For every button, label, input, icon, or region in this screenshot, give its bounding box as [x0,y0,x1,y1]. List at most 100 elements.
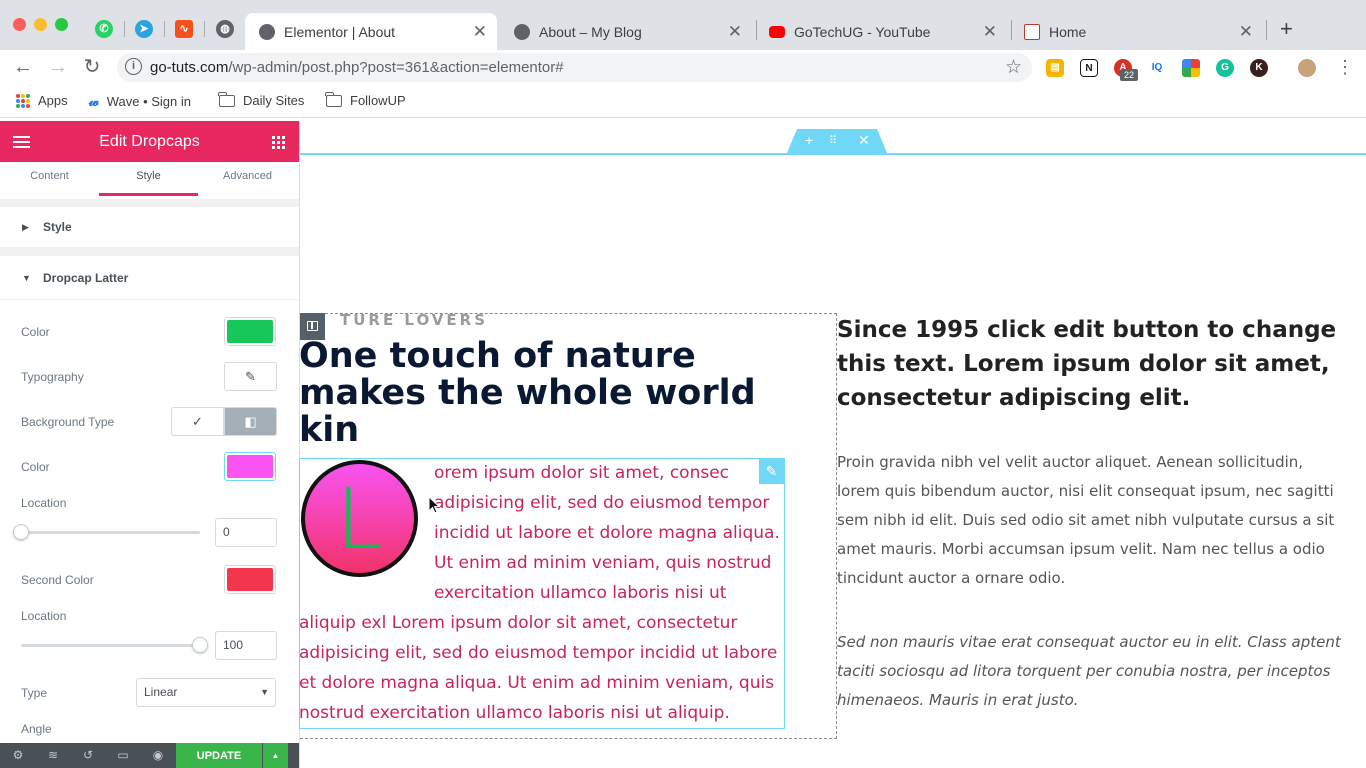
close-icon[interactable]: ✕ [1239,22,1253,42]
colorpicker-extension-icon[interactable] [1182,59,1200,77]
dropcap-text-line: Ut enim ad minim veniam, quis nostrud [434,553,772,573]
section-handle[interactable]: + ⠿ ✕ [787,129,887,153]
kami-extension-icon[interactable]: K [1250,59,1268,77]
drag-section-icon[interactable]: ⠿ [829,134,837,147]
tab-title: Home [1049,23,1087,40]
site-logo-icon [1024,23,1040,40]
gradient-type-select[interactable]: Linear ▼ [136,678,276,707]
widgets-grid-icon[interactable] [272,136,285,149]
bookmark-wave[interactable]: 𝓌 Wave • Sign in [89,93,191,110]
background-classic-button[interactable]: ✓ [171,407,224,436]
paragraph-line: sem nibh id elit. Duis sed odio sit amet… [837,511,1335,529]
second-color-label: Second Color [21,573,94,587]
widget-edit-pencil-icon[interactable]: ✎ [759,459,784,484]
back-arrow-icon[interactable]: ← [11,55,35,79]
maximize-window-button[interactable] [55,18,68,31]
bookmark-label: FollowUP [350,93,406,108]
info-icon[interactable]: i [125,58,142,75]
section-title: Style [43,220,72,234]
tab-content[interactable]: Content [0,162,99,196]
notion-extension-icon[interactable]: N [1080,59,1098,77]
reload-icon[interactable]: ↻ [80,55,104,79]
url-text[interactable]: go-tuts.com/wp-admin/post.php?post=361&a… [150,59,564,76]
color-swatch[interactable] [224,317,276,346]
background-gradient-button[interactable]: ◧ [224,407,277,436]
background-type-label: Background Type [21,415,115,429]
grammarly-extension-icon[interactable]: G [1216,59,1234,77]
navigator-layers-icon[interactable]: ≋ [46,749,60,762]
close-icon[interactable]: ✕ [983,22,997,42]
heading-line: this text. Lorem ipsum dolor sit amet, [837,351,1330,377]
whatsapp-icon[interactable]: ✆ [95,20,113,38]
bookmark-star-icon[interactable]: ☆ [1005,56,1022,79]
section-title: Dropcap Latter [43,271,129,285]
tab-advanced[interactable]: Advanced [198,162,297,196]
sticky-notes-extension-icon[interactable]: ▤ [1046,59,1064,77]
select-value: Linear [144,685,178,699]
right-heading[interactable]: Since 1995 click edit button to change t… [837,313,1357,415]
tab-home[interactable]: Home ✕ [1010,13,1263,50]
location-slider-handle[interactable] [13,524,29,540]
update-button[interactable]: UPDATE [176,743,262,768]
mouse-cursor-icon [428,496,441,514]
close-window-button[interactable] [13,18,26,31]
caret-down-icon: ▼ [22,273,31,283]
telegram-icon[interactable]: ➤ [135,20,153,38]
add-section-icon[interactable]: + [805,132,813,148]
url-path: /wp-admin/post.php?post=361&action=eleme… [228,59,564,76]
bookmark-folder-daily-sites[interactable]: Daily Sites [218,91,304,108]
tab-gotechug-youtube[interactable]: GoTechUG - YouTube ✕ [755,13,1007,50]
panel-tabs: Content Style Advanced [0,162,299,199]
new-tab-button[interactable]: + [1280,16,1293,42]
heading-line: consectetur adipiscing elit. [837,385,1191,411]
location2-label: Location [21,609,67,623]
second-color-swatch[interactable] [224,565,276,594]
minimize-window-button[interactable] [34,18,47,31]
tab-about-my-blog[interactable]: About – My Blog ✕ [500,13,752,50]
location2-input[interactable]: 100 [215,631,277,660]
location2-slider[interactable] [21,644,200,647]
settings-gear-icon[interactable]: ⚙ [11,749,25,762]
close-icon[interactable]: ✕ [728,22,742,42]
bookmark-apps[interactable]: Apps [16,93,68,108]
section-outline [300,153,1366,155]
main-heading[interactable]: One touch of nature makes the whole worl… [299,338,819,449]
browser-tab-bar: ✆ ➤ ∿ ◍ Elementor | About ✕ About – My B… [0,0,1366,50]
youtube-icon [769,25,785,38]
bookmarks-bar: Apps 𝓌 Wave • Sign in Daily Sites Follow… [0,86,1366,118]
preview-eye-icon[interactable]: ◉ [151,749,165,762]
bg-color-swatch[interactable] [224,452,276,481]
paragraph-line: lorem quis bibendum auctor, nisi elit co… [837,482,1334,500]
pulse-icon[interactable]: ∿ [175,20,193,38]
paragraph-line: Proin gravida nibh vel velit auctor aliq… [837,453,1304,471]
section-style-toggle[interactable]: ▶ Style [0,207,299,247]
typography-edit-button[interactable]: ✎ [224,362,277,391]
update-options-caret-icon[interactable]: ▲ [263,743,288,768]
avatar[interactable] [1298,59,1316,77]
dropcap-text-line: et dolore magna aliqua. Ut enim ad minim… [299,673,775,693]
location-slider[interactable] [21,531,200,534]
eyebrow-text[interactable]: TURE LOVERS [340,311,488,329]
menu-kebab-icon[interactable]: ⋮ [1336,57,1354,78]
tab-title: About – My Blog [539,23,642,40]
responsive-desktop-icon[interactable]: ▭ [116,749,130,762]
location2-slider-handle[interactable] [192,637,208,653]
address-bar[interactable]: i go-tuts.com/wp-admin/post.php?post=361… [117,53,1032,82]
location-input[interactable]: 0 [215,518,277,547]
tab-elementor-about[interactable]: Elementor | About ✕ [245,13,497,50]
bookmark-label: Apps [38,93,68,108]
dropcap-circle: L [301,460,418,577]
iq-extension-icon[interactable]: IQ [1148,59,1166,77]
tab-style[interactable]: Style [99,162,198,196]
elementor-panel: Edit Dropcaps Content Style Advanced ▶ S… [0,121,299,768]
delete-section-icon[interactable]: ✕ [858,132,870,149]
bookmark-label: Wave • Sign in [106,94,191,109]
bookmark-folder-followup[interactable]: FollowUP [325,91,406,108]
forward-arrow-icon[interactable]: → [46,55,70,79]
angle-label: Angle [21,722,52,736]
close-icon[interactable]: ✕ [473,22,487,42]
section-dropcap-header[interactable]: ▼ Dropcap Latter [0,256,299,300]
globe-icon [514,23,530,40]
globe-icon[interactable]: ◍ [216,20,234,38]
history-icon[interactable]: ↺ [81,749,95,762]
